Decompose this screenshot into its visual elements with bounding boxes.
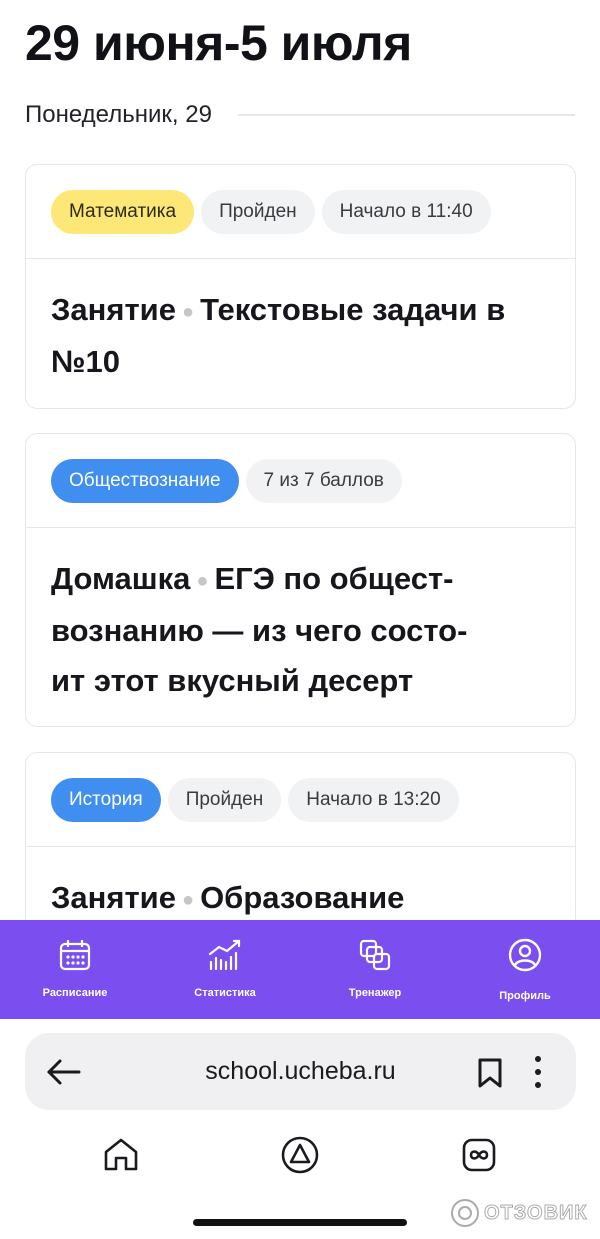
profile-icon <box>507 937 543 973</box>
stats-icon <box>207 937 243 973</box>
score-tag: 7 из 7 баллов <box>245 458 402 503</box>
subject-tag: Математика <box>51 189 195 234</box>
card-topic: Образование <box>200 880 405 915</box>
home-icon[interactable] <box>101 1135 141 1175</box>
card-tags: История Пройден Начало в 13:20 <box>26 753 575 847</box>
status-tag: Пройден <box>201 189 315 234</box>
nav-item-statistics[interactable]: Статистика <box>150 920 300 1019</box>
week-title: 29 июня-5 июля <box>25 15 412 71</box>
card-title: Занятие ● Образование <box>26 847 575 925</box>
homework-card[interactable]: Обществознание 7 из 7 баллов Домашка ● ЕГЭ… <box>25 433 576 727</box>
watermark-text: ОТЗОВИК <box>484 1201 588 1224</box>
nav-item-schedule[interactable]: Расписание <box>0 920 150 1019</box>
card-kind: Занятие <box>51 292 176 327</box>
lesson-card[interactable]: Математика Пройден Начало в 11:40 Заняти… <box>25 164 576 409</box>
card-topic-line-2: вознанию — из чего состо- <box>51 612 468 648</box>
nav-label: Статистика <box>194 987 256 999</box>
browser-address-bar: school.ucheba.ru <box>25 1033 576 1110</box>
watermark-logo-icon <box>451 1199 479 1227</box>
nav-label: Расписание <box>42 987 108 999</box>
subject-tag: Обществознание <box>51 458 239 503</box>
more-menu-icon[interactable] <box>530 1053 546 1091</box>
watermark: ОТЗОВИК <box>450 1196 588 1230</box>
tabs-icon[interactable] <box>459 1135 499 1175</box>
back-arrow-icon[interactable] <box>45 1053 83 1091</box>
day-label: Понедельник, 29 <box>25 101 212 128</box>
card-topic-line-3: ит этот вкусный десерт <box>51 662 414 698</box>
trainer-icon <box>357 937 393 973</box>
home-indicator <box>193 1219 407 1226</box>
bottom-nav: Расписание Статистика Тренажер Профиль <box>0 920 600 1019</box>
nav-item-profile[interactable]: Профиль <box>450 920 600 1019</box>
subject-tag: История <box>51 777 161 822</box>
status-tag: Пройден <box>167 777 282 822</box>
card-tags: Математика Пройден Начало в 11:40 <box>26 165 575 259</box>
time-tag: Начало в 13:20 <box>288 777 459 822</box>
bookmark-icon[interactable] <box>475 1055 505 1091</box>
nav-item-trainer[interactable]: Тренажер <box>300 920 450 1019</box>
nav-label: Профиль <box>499 990 551 1002</box>
card-kind: Домашка <box>51 561 191 596</box>
separator-dot: ● <box>181 888 195 911</box>
separator-dot: ● <box>196 569 209 592</box>
assistant-icon[interactable] <box>280 1135 320 1175</box>
card-topic-line-1: ЕГЭ по общест- <box>214 561 454 596</box>
card-title: Занятие ● Текстовые задачи в №10 <box>26 259 575 387</box>
card-kind: Занятие <box>51 880 176 915</box>
day-header: Понедельник, 29 <box>25 98 575 132</box>
time-tag: Начало в 11:40 <box>321 189 491 234</box>
calendar-icon <box>57 937 93 973</box>
card-tags: Обществознание 7 из 7 баллов <box>26 434 575 528</box>
nav-label: Тренажер <box>348 987 402 999</box>
card-title: Домашка ● ЕГЭ по общест- вознанию — из чег… <box>26 528 575 706</box>
separator-dot: ● <box>181 300 195 323</box>
day-divider <box>237 114 575 116</box>
